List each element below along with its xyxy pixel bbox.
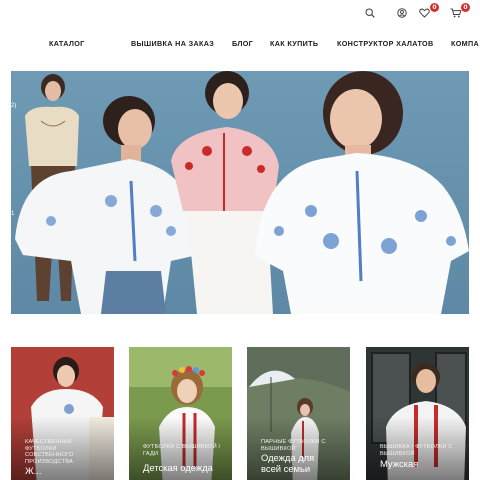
card-title: Ж...	[25, 465, 42, 476]
nav-item-blog[interactable]: БЛОГ	[232, 37, 253, 51]
card-subtitle: ВЫШИВКА / ФУТБОЛКИ С ВЫШИВКОЙ	[380, 444, 453, 457]
nav-item-robe-constructor[interactable]: КОНСТРУКТОР ХАЛАТОВ	[337, 37, 434, 51]
card-subtitle: ФУТБОЛКИ С ВЫШИВКОЙ / ГАДИ	[143, 444, 221, 457]
nav-item-how-to-buy[interactable]: КАК КУПИТЬ	[270, 37, 318, 51]
account-icon[interactable]	[394, 5, 410, 21]
main-nav: КАТАЛОГ ВЫШИВКА НА ЗАКАЗ БЛОГ КАК КУПИТЬ…	[0, 37, 480, 51]
category-card-family[interactable]: ПАРНЫЕ ФУТБОЛКИ С ВЫШИВКОЙ Одежда для вс…	[247, 347, 350, 480]
hero-banner[interactable]: 2) 1	[11, 71, 469, 314]
wishlist-count-badge: 0	[430, 3, 439, 12]
search-icon[interactable]	[362, 5, 378, 21]
card-title: Одежда для всей семьи	[261, 452, 315, 474]
category-card-women[interactable]: КАЧЕСТВЕННЫЕ ФУТБОЛКИ СОБСТВЕННОГО ПРОИЗ…	[11, 347, 114, 480]
category-card-kids[interactable]: ФУТБОЛКИ С ВЫШИВКОЙ / ГАДИ Детская одежд…	[129, 347, 232, 480]
top-bar: 0 0	[0, 0, 480, 26]
category-card-men[interactable]: ВЫШИВКА / ФУТБОЛКИ С ВЫШИВКОЙ Мужская	[366, 347, 469, 480]
category-cards: КАЧЕСТВЕННЫЕ ФУТБОЛКИ СОБСТВЕННОГО ПРОИЗ…	[11, 347, 469, 480]
nav-item-custom-embroidery[interactable]: ВЫШИВКА НА ЗАКАЗ	[131, 37, 214, 51]
card-subtitle: ПАРНЫЕ ФУТБОЛКИ С ВЫШИВКОЙ	[261, 439, 326, 452]
hero-photo	[15, 71, 469, 314]
card-title: Детская одежда	[143, 462, 213, 473]
nav-item-catalog[interactable]: КАТАЛОГ	[49, 37, 85, 51]
card-subtitle: КАЧЕСТВЕННЫЕ ФУТБОЛКИ СОБСТВЕННОГО ПРОИЗ…	[25, 439, 74, 465]
nav-item-company[interactable]: КОМПА	[451, 37, 479, 51]
card-title: Мужская	[380, 458, 419, 469]
cart-count-badge: 0	[461, 3, 470, 12]
